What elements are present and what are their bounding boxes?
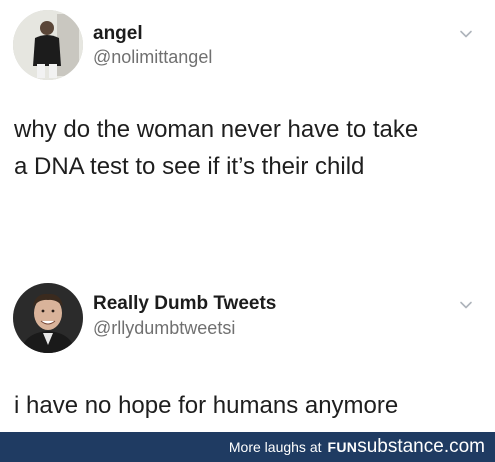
footer-banner[interactable]: More laughs at FUN substance .com [0, 432, 495, 462]
tweet-text-line: why do the woman never have to take [14, 116, 419, 143]
tweet-text-line: a DNA test to see if it’s their child [14, 153, 365, 180]
avatar[interactable] [13, 10, 83, 80]
tweet-text: i have no hope for humans anymore [14, 387, 398, 424]
user-handle[interactable]: @nolimittangel [93, 47, 212, 68]
user-handle[interactable]: @rllydumbtweetsi [93, 318, 235, 339]
user-photo-icon [13, 283, 83, 353]
footer-brand-fun[interactable]: FUN [328, 439, 358, 455]
tweet-text: why do the woman never have to take a DN… [14, 111, 418, 185]
chevron-down-icon[interactable] [458, 297, 474, 313]
display-name[interactable]: Really Dumb Tweets [93, 293, 276, 315]
chevron-down-icon[interactable] [458, 26, 474, 42]
tweet-text-line: i have no hope for humans anymore [14, 392, 399, 419]
footer-prefix: More laughs at [228, 439, 322, 455]
avatar[interactable] [13, 283, 83, 353]
user-photo-icon [13, 10, 83, 80]
footer-brand-substance[interactable]: substance [357, 436, 444, 458]
display-name[interactable]: angel [93, 23, 143, 45]
footer-brand-domain[interactable]: .com [444, 436, 485, 458]
